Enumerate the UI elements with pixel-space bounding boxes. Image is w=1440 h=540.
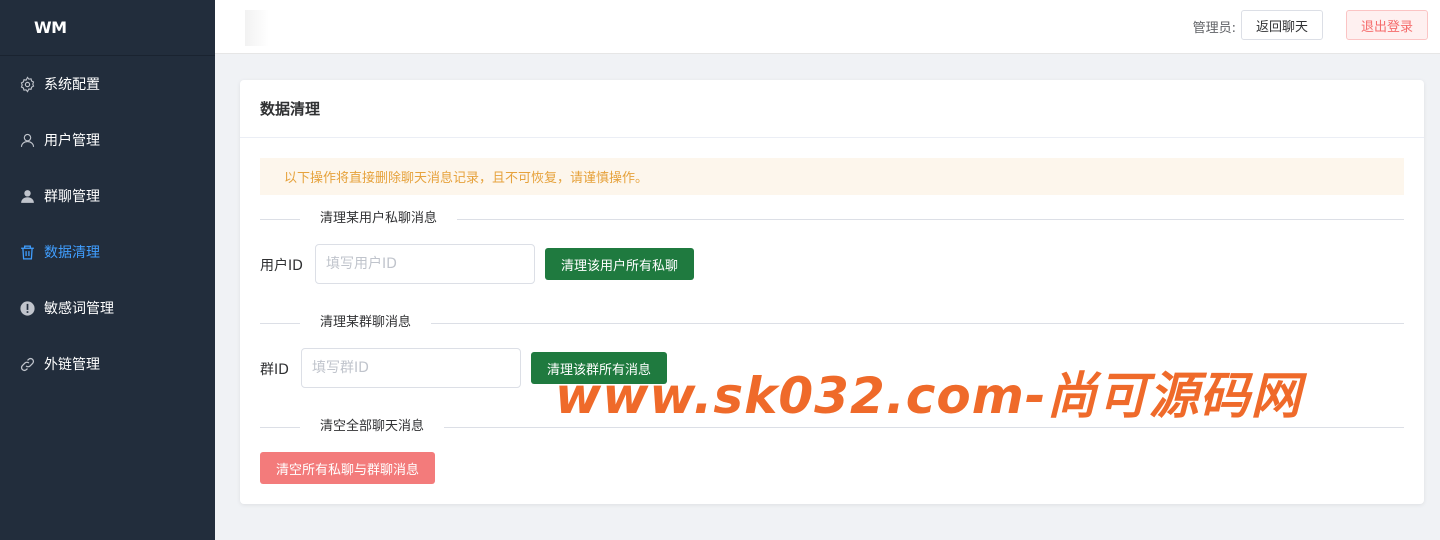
sidebar-item-label: 外链管理 bbox=[44, 357, 100, 373]
user-solid-icon bbox=[18, 187, 36, 205]
collapse-toggle[interactable] bbox=[245, 10, 269, 46]
sidebar-item-label: 敏感词管理 bbox=[44, 301, 114, 317]
private-section-title: 清理某用户私聊消息 bbox=[300, 210, 458, 228]
warning-icon bbox=[18, 299, 36, 317]
group-id-input[interactable] bbox=[301, 348, 521, 388]
sidebar-item-external-links[interactable]: 外链管理 bbox=[0, 336, 215, 392]
watermark: www.sk032.com-尚可源码网 bbox=[555, 367, 1302, 425]
sidebar-item-label: 系统配置 bbox=[44, 77, 100, 93]
logout-button[interactable]: 退出登录 bbox=[1345, 10, 1428, 40]
back-to-chat-button[interactable]: 返回聊天 bbox=[1240, 10, 1323, 40]
clear-user-private-button[interactable]: 清理该用户所有私聊 bbox=[545, 248, 695, 280]
trash-icon bbox=[18, 243, 36, 261]
sidebar-item-label: 数据清理 bbox=[44, 245, 100, 261]
sidebar-item-user-management[interactable]: 用户管理 bbox=[0, 112, 215, 168]
gear-icon bbox=[18, 75, 36, 93]
clear-all-messages-button[interactable]: 清空所有私聊与群聊消息 bbox=[260, 452, 436, 484]
sidebar-item-label: 群聊管理 bbox=[44, 189, 100, 205]
all-section-title: 清空全部聊天消息 bbox=[300, 418, 445, 436]
cleanup-card: 数据清理 以下操作将直接删除聊天消息记录，且不可恢复，请谨慎操作。 清理某用户私… bbox=[240, 80, 1424, 504]
user-id-input[interactable] bbox=[315, 244, 535, 284]
user-id-label: 用户ID bbox=[260, 258, 303, 274]
user-icon bbox=[18, 131, 36, 149]
warning-alert: 以下操作将直接删除聊天消息记录，且不可恢复，请谨慎操作。 bbox=[260, 158, 1404, 195]
sidebar-item-group-management[interactable]: 群聊管理 bbox=[0, 168, 215, 224]
top-header: 管理员: 返回聊天 退出登录 bbox=[215, 0, 1440, 54]
link-icon bbox=[18, 355, 36, 373]
sidebar-item-data-cleanup[interactable]: 数据清理 bbox=[0, 224, 215, 280]
group-section-divider: 清理某群聊消息 bbox=[260, 314, 1404, 332]
private-section-divider: 清理某用户私聊消息 bbox=[260, 210, 1404, 228]
sidebar-item-system-config[interactable]: 系统配置 bbox=[0, 56, 215, 112]
sidebar: WM 系统配置 用户管理 群聊管理 数据清理 敏感词管理 外链管理 bbox=[0, 0, 215, 540]
admin-label: 管理员: bbox=[1192, 21, 1236, 36]
sidebar-item-sensitive-words[interactable]: 敏感词管理 bbox=[0, 280, 215, 336]
logo: WM bbox=[0, 0, 215, 56]
group-id-label: 群ID bbox=[260, 362, 289, 378]
group-section-title: 清理某群聊消息 bbox=[300, 314, 432, 332]
sidebar-item-label: 用户管理 bbox=[44, 133, 100, 149]
card-title: 数据清理 bbox=[240, 80, 1424, 138]
